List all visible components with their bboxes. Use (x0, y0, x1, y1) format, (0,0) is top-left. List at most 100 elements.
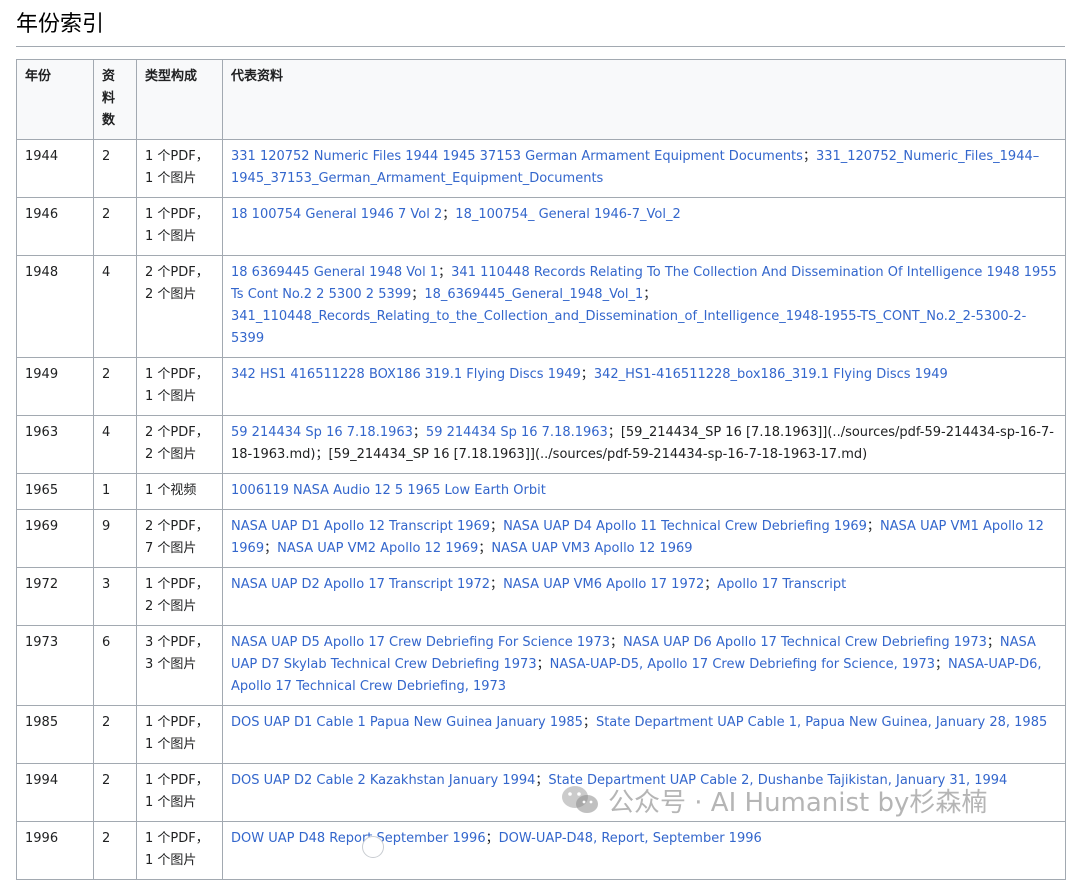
table-row: 1965 1 1 个视频 1006119 NASA Audio 12 5 1965 L… (16, 473, 1066, 510)
document-link[interactable]: 18_6369445_General_1948_Vol_1 (424, 287, 643, 302)
header-composition-label: 类型构成 (145, 69, 198, 84)
cell-count: 4 (93, 255, 137, 358)
cell-composition: 1 个PDF， 1 个图片 (136, 357, 223, 416)
cell-representative: 18 100754 General 1946 7 Vol 2；18_100754… (222, 197, 1066, 256)
separator: ； (643, 287, 657, 302)
document-link[interactable]: DOW-UAP-D48, Report, September 1996 (499, 831, 762, 846)
cell-year: 1969 (16, 509, 94, 568)
document-link[interactable]: NASA UAP D4 Apollo 11 Technical Crew Deb… (503, 519, 867, 534)
separator: ； (490, 519, 504, 534)
header-composition: 类型构成 (136, 59, 223, 140)
separator: ； (935, 657, 949, 672)
cell-year: 1973 (16, 625, 94, 706)
document-link[interactable]: 18 100754 General 1946 7 Vol 2 (231, 207, 442, 222)
table-row: 1994 2 1 个PDF， 1 个图片 DOS UAP D2 Cable 2 Kaz… (16, 763, 1066, 822)
cell-count: 1 (93, 473, 137, 510)
cell-representative: 59 214434 Sp 16 7.18.1963；59 214434 Sp 1… (222, 415, 1066, 474)
cell-count: 2 (93, 357, 137, 416)
document-link[interactable]: 342_HS1-416511228_box186_319.1 Flying Di… (594, 367, 948, 382)
cell-count: 2 (93, 821, 137, 880)
cell-year: 1949 (16, 357, 94, 416)
separator: ； (411, 287, 425, 302)
separator: ； (582, 715, 596, 730)
document-link[interactable]: NASA-UAP-D5, Apollo 17 Crew Debriefing f… (550, 657, 935, 672)
document-link[interactable]: 18_100754_ General 1946-7_Vol_2 (455, 207, 680, 222)
cell-composition: 1 个PDF， 1 个图片 (136, 763, 223, 822)
cell-composition: 2 个PDF， 7 个图片 (136, 509, 223, 568)
cell-count: 4 (93, 415, 137, 474)
cell-count: 2 (93, 139, 137, 198)
header-representative: 代表资料 (222, 59, 1066, 140)
document-link[interactable]: 342 HS1 416511228 BOX186 319.1 Flying Di… (231, 367, 581, 382)
cell-year: 1994 (16, 763, 94, 822)
separator: ； (535, 773, 549, 788)
cell-composition: 1 个PDF， 1 个图片 (136, 197, 223, 256)
cell-composition: 1 个PDF， 1 个图片 (136, 139, 223, 198)
document-link[interactable]: Apollo 17 Transcript (717, 577, 846, 592)
separator: ； (580, 367, 594, 382)
cell-composition: 2 个PDF， 2 个图片 (136, 415, 223, 474)
cell-count: 9 (93, 509, 137, 568)
document-link[interactable]: 59 214434 Sp 16 7.18.1963 (231, 425, 413, 440)
document-link[interactable]: NASA UAP D2 Apollo 17 Transcript 1972 (231, 577, 490, 592)
cell-representative: DOS UAP D1 Cable 1 Papua New Guinea Janu… (222, 705, 1066, 764)
cell-representative: 342 HS1 416511228 BOX186 319.1 Flying Di… (222, 357, 1066, 416)
document-link[interactable]: 18 6369445 General 1948 Vol 1 (231, 265, 438, 280)
cell-composition: 1 个PDF， 1 个图片 (136, 821, 223, 880)
section-heading: 年份索引 (16, 8, 1065, 47)
cell-count: 2 (93, 705, 137, 764)
table-row: 1973 6 3 个PDF， 3 个图片 NASA UAP D5 Apollo 17 … (16, 625, 1066, 706)
cell-representative: 18 6369445 General 1948 Vol 1；341 110448… (222, 255, 1066, 358)
cell-composition: 2 个PDF， 2 个图片 (136, 255, 223, 358)
cell-year: 1946 (16, 197, 94, 256)
table-header-row: 年份 资 料 数 类型构成 代表资料 (16, 59, 1066, 140)
cell-representative: 1006119 NASA Audio 12 5 1965 Low Earth O… (222, 473, 1066, 510)
cell-year: 1948 (16, 255, 94, 358)
document-link[interactable]: 59 214434 Sp 16 7.18.1963 (426, 425, 608, 440)
document-link[interactable]: DOS UAP D1 Cable 1 Papua New Guinea Janu… (231, 715, 583, 730)
cell-count: 3 (93, 567, 137, 626)
document-link[interactable]: NASA UAP VM3 Apollo 12 1969 (491, 541, 692, 556)
separator: ； (610, 635, 624, 650)
year-index-table: 年份 资 料 数 类型构成 代表资料 1944 2 1 个PDF， 1 个图片 331… (16, 59, 1066, 880)
cell-year: 1996 (16, 821, 94, 880)
separator: ； (607, 425, 621, 440)
separator: ； (802, 149, 816, 164)
document-link[interactable]: NASA UAP D6 Apollo 17 Technical Crew Deb… (623, 635, 987, 650)
table-row: 1946 2 1 个PDF， 1 个图片 18 100754 General 1946… (16, 197, 1066, 256)
document-link[interactable]: 341_110448_Records_Relating_to_the_Colle… (231, 309, 1026, 346)
header-year-label: 年份 (25, 69, 52, 84)
section-heading-text: 年份索引 (16, 12, 105, 37)
header-count-label: 资 料 数 (102, 69, 116, 128)
document-link[interactable]: State Department UAP Cable 1, Papua New … (596, 715, 1047, 730)
cell-count: 6 (93, 625, 137, 706)
cell-composition: 1 个PDF， 1 个图片 (136, 705, 223, 764)
cell-count: 2 (93, 197, 137, 256)
header-year: 年份 (16, 59, 94, 140)
floating-circle-button[interactable] (362, 836, 384, 858)
table-row: 1996 2 1 个PDF， 1 个图片 DOW UAP D48 Report Sep… (16, 821, 1066, 880)
cell-representative: NASA UAP D5 Apollo 17 Crew Debriefing Fo… (222, 625, 1066, 706)
cell-representative: NASA UAP D2 Apollo 17 Transcript 1972；NA… (222, 567, 1066, 626)
document-link[interactable]: NASA UAP VM2 Apollo 12 1969 (277, 541, 478, 556)
document-link[interactable]: NASA UAP VM6 Apollo 17 1972 (503, 577, 704, 592)
header-representative-label: 代表资料 (231, 69, 284, 84)
separator: ； (442, 207, 456, 222)
cell-composition: 1 个PDF， 2 个图片 (136, 567, 223, 626)
document-link[interactable]: State Department UAP Cable 2, Dushanbe T… (548, 773, 1007, 788)
separator: ； (490, 577, 504, 592)
document-link[interactable]: 1006119 NASA Audio 12 5 1965 Low Earth O… (231, 483, 546, 498)
table-row: 1963 4 2 个PDF， 2 个图片 59 214434 Sp 16 7.18.1… (16, 415, 1066, 474)
document-link[interactable]: DOS UAP D2 Cable 2 Kazakhstan January 19… (231, 773, 535, 788)
table-row: 1985 2 1 个PDF， 1 个图片 DOS UAP D1 Cable 1 Pap… (16, 705, 1066, 764)
document-link[interactable]: NASA UAP D1 Apollo 12 Transcript 1969 (231, 519, 490, 534)
cell-year: 1965 (16, 473, 94, 510)
document-link[interactable]: 331 120752 Numeric Files 1944 1945 37153… (231, 149, 803, 164)
cell-representative: DOW UAP D48 Report September 1996；DOW-UA… (222, 821, 1066, 880)
document-link[interactable]: DOW UAP D48 Report September 1996 (231, 831, 486, 846)
separator: ； (315, 447, 329, 462)
document-link[interactable]: NASA UAP D5 Apollo 17 Crew Debriefing Fo… (231, 635, 610, 650)
table-row: 1948 4 2 个PDF， 2 个图片 18 6369445 General 194… (16, 255, 1066, 358)
cell-composition: 1 个视频 (136, 473, 223, 510)
separator: ； (264, 541, 278, 556)
